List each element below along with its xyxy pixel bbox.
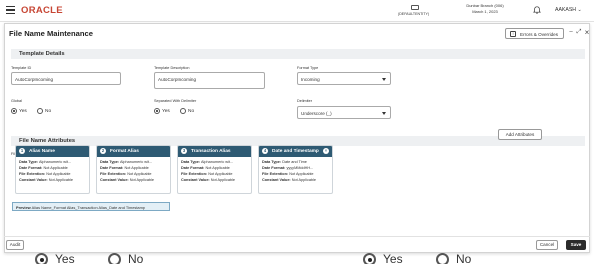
global-yes-label: Yes <box>19 108 27 114</box>
background-no-label: No <box>128 252 144 264</box>
template-id-input[interactable]: AutoCorpIncoming <box>11 72 121 85</box>
errors-icon: ! <box>510 31 516 37</box>
background-no-label: No <box>456 252 472 264</box>
entity-label: (DEFAULTENTITY) <box>398 12 430 16</box>
maximize-icon[interactable]: ⤢ <box>575 28 583 37</box>
card-constant-value: Constant Value: Not Applicable <box>19 178 74 182</box>
card-file-extension: File Extention: Not Applicable <box>262 172 314 176</box>
errors-overrides-label: Errors & Overrides <box>520 31 559 37</box>
delimiter-value: Underscore (_) <box>301 111 332 116</box>
format-type-label: Format Type <box>297 66 319 70</box>
template-description-label: Template Description <box>154 66 190 70</box>
audit-button[interactable]: Audit <box>6 240 24 250</box>
user-menu[interactable]: AAKASH ⌄ <box>555 7 582 13</box>
section-title: Template Details <box>19 50 65 57</box>
delimiter-select[interactable]: Underscore (_) <box>297 106 391 119</box>
chevron-down-icon <box>382 78 386 81</box>
global-label: Global <box>11 99 22 103</box>
radio-unselected-icon <box>436 253 449 264</box>
radio-selected-icon <box>11 108 17 114</box>
add-attributes-button[interactable]: Add Attributes <box>498 129 542 140</box>
chevron-down-icon <box>382 112 386 115</box>
cancel-button[interactable]: Cancel <box>536 240 558 250</box>
global-no-label: No <box>45 108 52 114</box>
branch-name: Dunbar Branch (006) <box>466 3 504 8</box>
card-file-extension: File Extention: Not Applicable <box>181 172 233 176</box>
attribute-card[interactable]: 3 Transaction Alias Data Type: Alphanume… <box>177 145 252 194</box>
branch-date: March 1, 2023 <box>472 8 498 14</box>
card-title: Transaction Alias <box>191 148 231 154</box>
errors-overrides-button[interactable]: ! Errors & Overrides <box>505 28 564 39</box>
hamburger-menu-icon[interactable] <box>6 6 15 15</box>
radio-unselected-icon <box>108 253 121 264</box>
card-number-badge: 2 <box>100 148 106 154</box>
branch-info[interactable]: Dunbar Branch (006) March 1, 2023 <box>458 3 512 14</box>
save-button[interactable]: Save <box>566 240 586 250</box>
card-file-extension: File Extention: Not Applicable <box>100 172 152 176</box>
footer-divider <box>4 236 590 237</box>
card-data-type: Data Type: Date and Time <box>262 160 307 164</box>
preview-label: Preview <box>16 205 31 211</box>
background-yes-label: Yes <box>383 252 403 264</box>
card-data-type: Data Type: Alphanumeric wit... <box>100 160 153 164</box>
card-number-badge: 1 <box>19 148 25 154</box>
separated-no-label: No <box>188 108 195 114</box>
remove-attribute-icon[interactable]: × <box>323 148 329 154</box>
format-type-value: Incoming <box>301 77 320 82</box>
entity-icon <box>411 5 419 10</box>
card-title: Date and Timestamp <box>272 148 319 154</box>
chevron-down-icon: ⌄ <box>577 7 582 13</box>
attribute-card[interactable]: 1 Alias Name Data Type: Alphanumeric wit… <box>15 145 90 194</box>
notification-bell-icon[interactable] <box>533 6 541 14</box>
radio-selected-icon <box>35 253 48 264</box>
card-date-format: Date Format: yyyyMMddHH... <box>262 166 314 170</box>
template-id-label: Template ID <box>11 66 32 70</box>
card-file-extension: File Extention: Not Applicable <box>19 172 71 176</box>
card-number-badge: 3 <box>181 148 187 154</box>
attribute-card[interactable]: 2 Format Alias Data Type: Alphanumeric w… <box>96 145 171 194</box>
attribute-card[interactable]: 4 Date and Timestamp × Data Type: Date a… <box>258 145 333 194</box>
card-number-badge: 4 <box>262 148 268 154</box>
username-label: AAKASH <box>555 7 577 13</box>
card-data-type: Data Type: Alphanumeric wit... <box>181 160 234 164</box>
oracle-logo: ORACLE <box>21 5 63 16</box>
background-yes-label: Yes <box>55 252 75 264</box>
radio-selected-icon <box>363 253 376 264</box>
card-constant-value: Constant Value: Not Applicable <box>181 178 236 182</box>
card-date-format: Date Format: Not Applicable <box>181 166 230 170</box>
file-name-preview: Preview Alias Name_Format Alias_Transact… <box>12 202 170 211</box>
section-title: File Name Attributes <box>19 137 76 144</box>
separated-yes-label: Yes <box>162 108 170 114</box>
template-description-input[interactable]: AutoCorpIncoming <box>154 72 265 89</box>
minimize-icon[interactable]: – <box>567 28 575 37</box>
card-title: Alias Name <box>29 148 55 154</box>
radio-selected-icon <box>154 108 160 114</box>
card-date-format: Date Format: Not Applicable <box>100 166 149 170</box>
preview-value: Alias Name_Format Alias_Transaction Alia… <box>31 205 145 211</box>
radio-unselected-icon <box>37 108 43 114</box>
app-header: ORACLE (DEFAULTENTITY) Dunbar Branch (00… <box>0 0 594 22</box>
card-constant-value: Constant Value: Not Applicable <box>262 178 317 182</box>
entity-switcher[interactable]: (DEFAULTENTITY) <box>398 5 438 17</box>
template-details-header: Template Details <box>11 49 585 59</box>
close-icon[interactable]: × <box>583 28 591 37</box>
card-header: 1 Alias Name <box>16 146 89 157</box>
card-date-format: Date Format: Not Applicable <box>19 166 68 170</box>
separated-with-delimiter-label: Separated With Delimiter <box>154 99 197 103</box>
card-data-type: Data Type: Alphanumeric wit... <box>19 160 72 164</box>
dialog-title: File Name Maintenance <box>9 29 93 38</box>
delimiter-label: Delimiter <box>297 99 312 103</box>
radio-unselected-icon <box>180 108 186 114</box>
card-constant-value: Constant Value: Not Applicable <box>100 178 155 182</box>
format-type-select[interactable]: Incoming <box>297 72 391 85</box>
card-header: 3 Transaction Alias <box>178 146 251 157</box>
card-header: 4 Date and Timestamp × <box>259 146 332 157</box>
card-header: 2 Format Alias <box>97 146 170 157</box>
card-title: Format Alias <box>110 148 139 154</box>
